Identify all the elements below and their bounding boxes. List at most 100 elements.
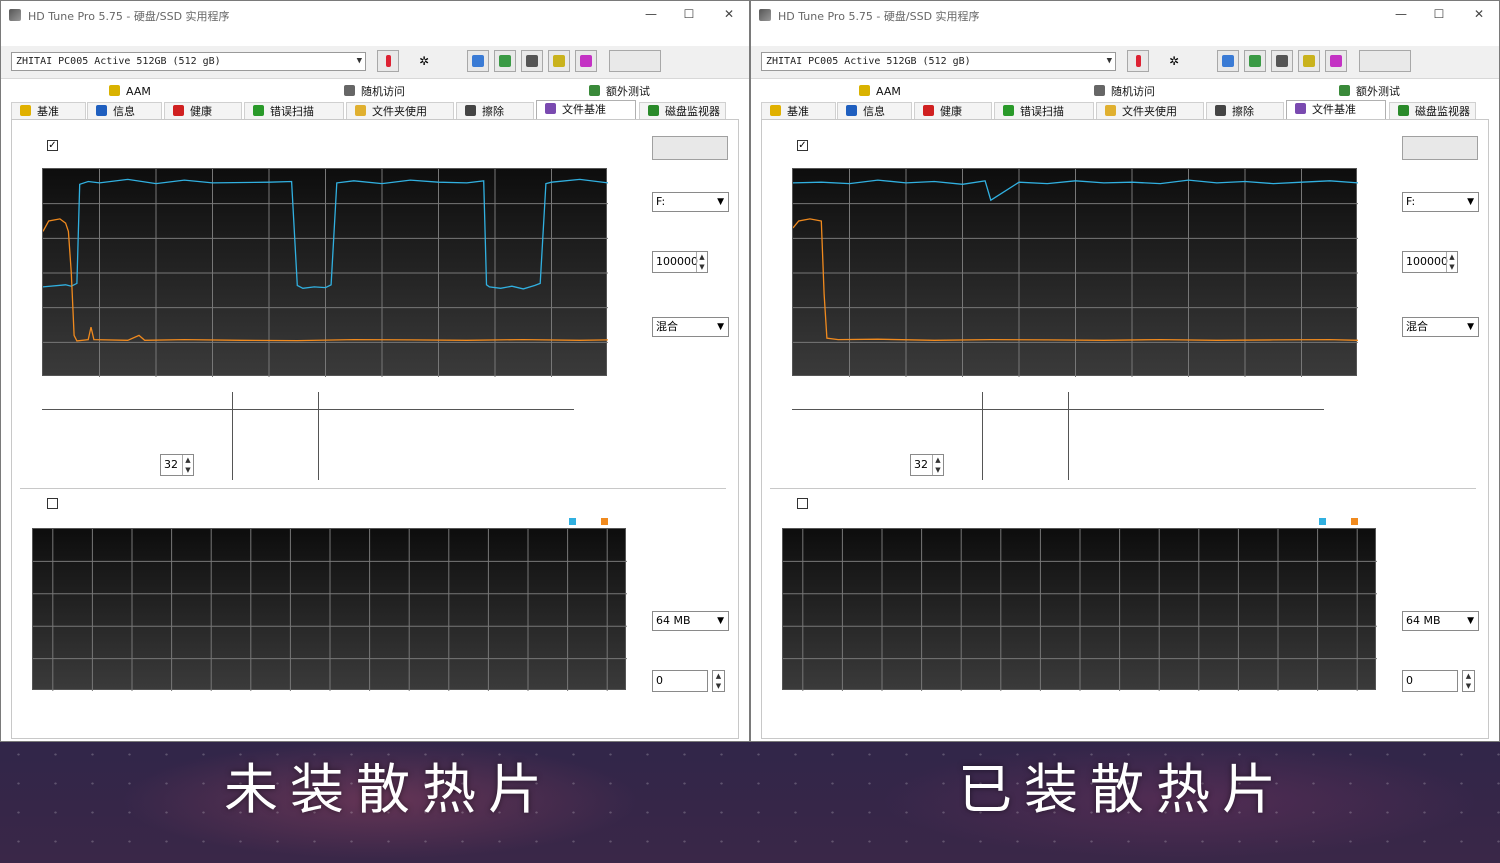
- temperature-button[interactable]: [1127, 50, 1149, 72]
- temperature-button[interactable]: [377, 50, 399, 72]
- drive-select[interactable]: ZHITAI PC005 Active 512GB (512 gB) ▼: [761, 52, 1116, 71]
- block-file-length-select[interactable]: 64 MB ▼: [652, 611, 729, 631]
- spin-down-icon[interactable]: ▼: [1463, 681, 1474, 691]
- tab-disk-monitor[interactable]: 磁盘监视器: [1389, 102, 1476, 119]
- data-mode-value: 混合: [656, 320, 678, 333]
- transfer-rate-checkbox[interactable]: ✓: [47, 140, 58, 151]
- close-button[interactable]: ✕: [717, 5, 741, 23]
- copy-image-button[interactable]: [494, 50, 516, 72]
- temperature-icon: ✲: [419, 54, 430, 68]
- spin-up-icon[interactable]: ▲: [1446, 252, 1457, 262]
- info-icon: [96, 105, 107, 116]
- spin-up-icon[interactable]: ▲: [182, 455, 193, 465]
- file-length-input[interactable]: 100000 ▲ ▼: [1402, 251, 1458, 273]
- minimize-button[interactable]: —: [639, 5, 663, 23]
- file-length-input[interactable]: 100000 ▲ ▼: [652, 251, 708, 273]
- copy-text-button[interactable]: [467, 50, 489, 72]
- spin-up-icon[interactable]: ▲: [696, 252, 707, 262]
- tab-error-scan[interactable]: 错误扫描: [994, 102, 1094, 119]
- maximize-button[interactable]: ☐: [1427, 5, 1451, 23]
- delay-input[interactable]: 0: [652, 670, 708, 692]
- app-icon: [759, 9, 771, 21]
- tab-extra-tests-label: 额外测试: [606, 85, 650, 98]
- toolbar: ZHITAI PC005 Active 512GB (512 gB) ▼ ✲: [751, 46, 1499, 79]
- tab-folder-usage[interactable]: 文件夹使用: [1096, 102, 1204, 119]
- file-benchmark-panel: ✓ F: ▼ 100000 ▲ ▼ 混合 ▼ 32 ▲ ▼ 64 MB ▼ 0 ▲ ▼: [761, 119, 1489, 739]
- queue-depth-input[interactable]: 32 ▲ ▼: [160, 454, 194, 476]
- erase-icon: [1215, 105, 1226, 116]
- tab-random-access[interactable]: 随机访问: [336, 83, 476, 100]
- screenshot-button[interactable]: [521, 50, 543, 72]
- tab-benchmark[interactable]: 基准: [761, 102, 836, 119]
- results-col-divider: [232, 392, 233, 480]
- transfer-rate-checkbox[interactable]: ✓: [797, 140, 808, 151]
- drive-letter-select[interactable]: F: ▼: [1402, 192, 1479, 212]
- tab-extra-tests[interactable]: 额外测试: [1331, 83, 1481, 100]
- screenshot-button[interactable]: [1271, 50, 1293, 72]
- tab-random-access[interactable]: 随机访问: [1086, 83, 1226, 100]
- save-button[interactable]: [1325, 50, 1347, 72]
- block-size-checkbox[interactable]: [797, 498, 808, 509]
- options-button[interactable]: [1298, 50, 1320, 72]
- maximize-button[interactable]: ☐: [677, 5, 701, 23]
- delay-input[interactable]: 0: [1402, 670, 1458, 692]
- transfer-rate-plot: [793, 169, 1358, 377]
- drive-letter-select[interactable]: F: ▼: [652, 192, 729, 212]
- copy-image-icon: [1249, 55, 1261, 67]
- disk-monitor-icon: [648, 105, 659, 116]
- tab-erase-label: 擦除: [1232, 105, 1254, 118]
- delay-stepper[interactable]: ▲ ▼: [712, 670, 725, 692]
- queue-depth-input[interactable]: 32 ▲ ▼: [910, 454, 944, 476]
- block-file-length-select[interactable]: 64 MB ▼: [1402, 611, 1479, 631]
- options-button[interactable]: [548, 50, 570, 72]
- close-button[interactable]: ✕: [1467, 5, 1491, 23]
- start-button[interactable]: [652, 136, 728, 160]
- tab-benchmark[interactable]: 基准: [11, 102, 86, 119]
- minimize-button[interactable]: —: [1389, 5, 1413, 23]
- exit-button[interactable]: [609, 50, 661, 72]
- spin-down-icon[interactable]: ▼: [713, 681, 724, 691]
- spin-up-icon[interactable]: ▲: [1463, 671, 1474, 681]
- tab-error-scan[interactable]: 错误扫描: [244, 102, 344, 119]
- tab-bar: AAM 随机访问 额外测试基准 信息 健康 错误扫描 文件夹使用 擦除 文件基准 磁盘监视器: [761, 83, 1486, 119]
- spin-up-icon[interactable]: ▲: [713, 671, 724, 681]
- tab-erase[interactable]: 擦除: [456, 102, 534, 119]
- tab-aam[interactable]: AAM: [101, 83, 241, 100]
- tab-aam[interactable]: AAM: [851, 83, 991, 100]
- data-mode-select[interactable]: 混合 ▼: [652, 317, 729, 337]
- spin-down-icon[interactable]: ▼: [696, 262, 707, 272]
- block-size-checkbox[interactable]: [47, 498, 58, 509]
- tab-erase[interactable]: 擦除: [1206, 102, 1284, 119]
- title-bar: HD Tune Pro 5.75 - 硬盘/SSD 实用程序 — ☐ ✕: [751, 1, 1499, 28]
- section-divider: [770, 488, 1476, 489]
- tab-file-benchmark[interactable]: 文件基准: [536, 100, 636, 119]
- drive-select[interactable]: ZHITAI PC005 Active 512GB (512 gB) ▼: [11, 52, 366, 71]
- copy-text-icon: [1222, 55, 1234, 67]
- tab-info[interactable]: 信息: [87, 102, 162, 119]
- tab-info[interactable]: 信息: [837, 102, 912, 119]
- copy-text-button[interactable]: [1217, 50, 1239, 72]
- exit-button[interactable]: [1359, 50, 1411, 72]
- save-button[interactable]: [575, 50, 597, 72]
- copy-image-button[interactable]: [1244, 50, 1266, 72]
- delay-stepper[interactable]: ▲ ▼: [1462, 670, 1475, 692]
- tab-extra-tests[interactable]: 额外测试: [581, 83, 731, 100]
- tab-folder-usage[interactable]: 文件夹使用: [346, 102, 454, 119]
- chevron-down-icon: ▼: [717, 322, 724, 332]
- spin-down-icon[interactable]: ▼: [182, 465, 193, 475]
- copy-text-icon: [472, 55, 484, 67]
- legend-read-swatch: [1319, 518, 1326, 525]
- tab-health[interactable]: 健康: [164, 102, 242, 119]
- caption-left: 未装散热片: [224, 758, 554, 821]
- tab-disk-monitor[interactable]: 磁盘监视器: [639, 102, 726, 119]
- tab-health[interactable]: 健康: [914, 102, 992, 119]
- drive-letter-value: F:: [1406, 195, 1416, 208]
- start-button[interactable]: [1402, 136, 1478, 160]
- spin-up-icon[interactable]: ▲: [932, 455, 943, 465]
- tab-erase-label: 擦除: [482, 105, 504, 118]
- spin-down-icon[interactable]: ▼: [932, 465, 943, 475]
- spin-down-icon[interactable]: ▼: [1446, 262, 1457, 272]
- tab-file-benchmark[interactable]: 文件基准: [1286, 100, 1386, 119]
- error-scan-icon: [1003, 105, 1014, 116]
- data-mode-select[interactable]: 混合 ▼: [1402, 317, 1479, 337]
